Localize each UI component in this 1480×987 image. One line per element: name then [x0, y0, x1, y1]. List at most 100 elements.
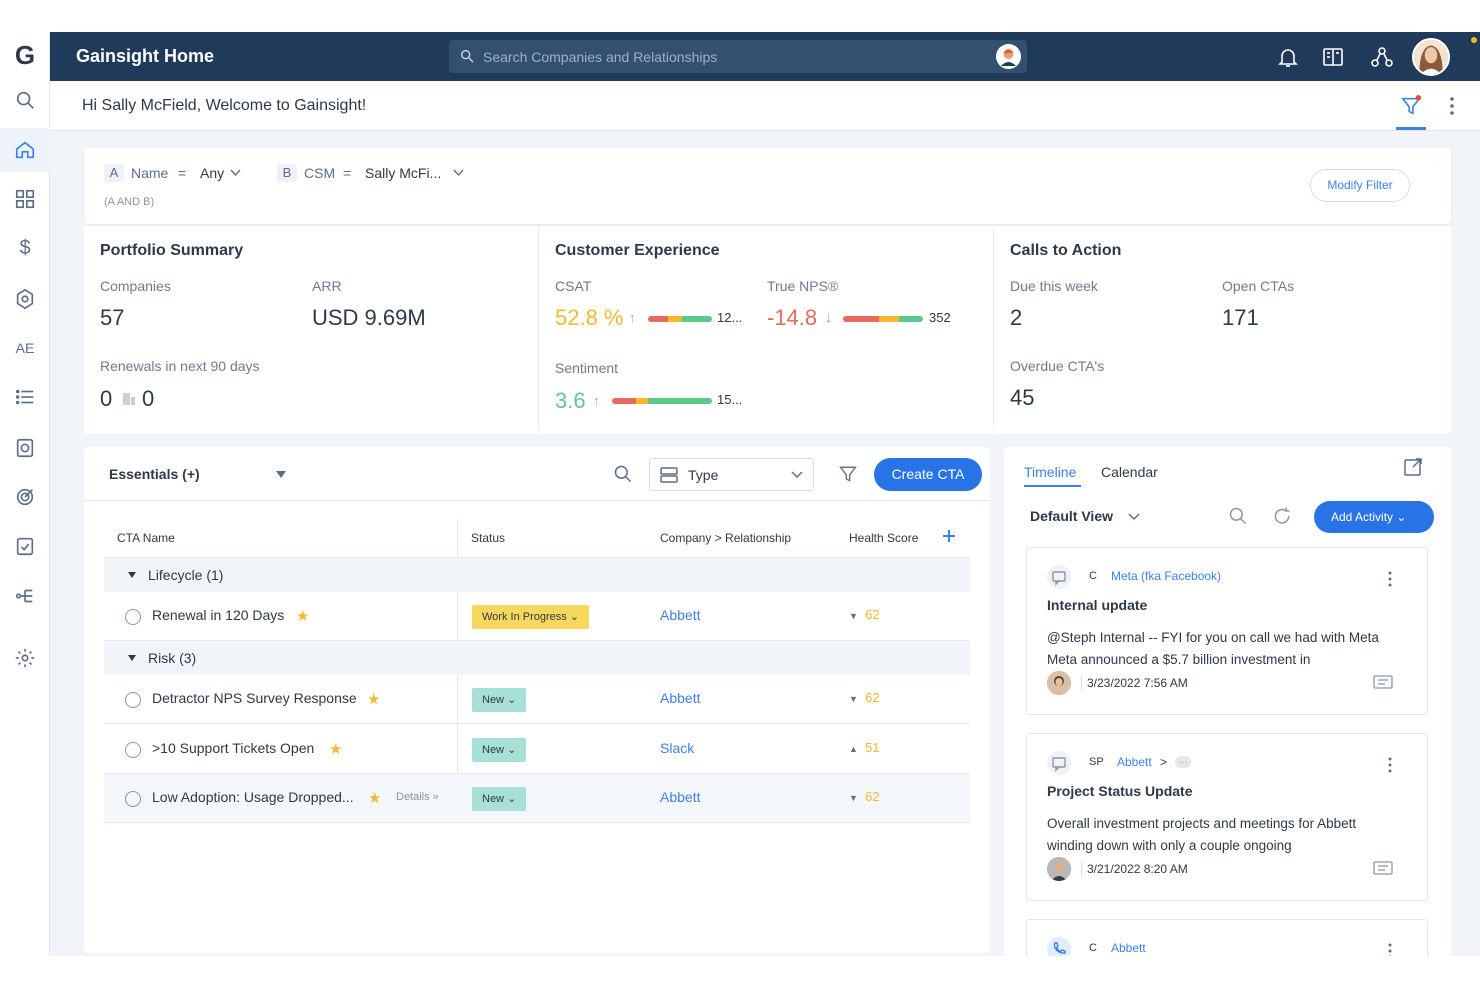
nav-gear-badge-icon[interactable]	[0, 277, 50, 321]
company-link[interactable]: Abbett	[660, 607, 700, 623]
create-cta-button[interactable]: Create CTA	[874, 458, 982, 491]
company-link[interactable]: Abbett	[1117, 755, 1152, 769]
table-row[interactable]: Renewal in 120 Days ★ Work In Progress ⌄…	[104, 592, 970, 641]
row-radio[interactable]	[125, 609, 141, 625]
global-search[interactable]	[449, 40, 1027, 73]
nav-target-icon[interactable]	[0, 475, 50, 519]
search-icon[interactable]	[1228, 506, 1248, 526]
company-link[interactable]: Abbett	[660, 690, 700, 706]
search-icon[interactable]	[613, 464, 633, 484]
nav-ae-item[interactable]: AE	[0, 326, 50, 370]
due-value[interactable]: 2	[1010, 305, 1022, 331]
group-row-lifecycle[interactable]: Lifecycle (1)	[104, 558, 970, 592]
nav-home-icon[interactable]	[0, 128, 50, 172]
caret-down-icon[interactable]	[128, 655, 136, 661]
company-link[interactable]: Meta (fka Facebook)	[1111, 569, 1221, 583]
nav-dashboard-icon[interactable]	[0, 177, 50, 221]
renewals-count[interactable]: 0	[100, 386, 112, 412]
cta-name[interactable]: >10 Support Tickets Open	[152, 740, 314, 756]
caret-down-icon[interactable]	[276, 471, 286, 478]
add-column-icon[interactable]	[942, 529, 956, 543]
more-vertical-icon[interactable]	[1387, 570, 1393, 588]
details-link[interactable]: Details »	[396, 791, 439, 803]
col-header-status[interactable]: Status	[471, 531, 505, 545]
modify-filter-button[interactable]: Modify Filter	[1310, 169, 1410, 202]
nav-search-icon[interactable]	[0, 78, 50, 122]
renewals-value[interactable]: 0	[142, 386, 154, 412]
nps-value[interactable]: -14.8	[767, 305, 817, 331]
col-header-cta-name[interactable]: CTA Name	[117, 531, 175, 545]
company-link[interactable]: Abbett	[660, 789, 700, 805]
sentiment-distribution-bar	[612, 398, 712, 404]
star-icon[interactable]: ★	[368, 789, 381, 807]
tab-calendar[interactable]: Calendar	[1101, 464, 1158, 480]
assistant-avatar[interactable]	[996, 44, 1021, 69]
chevron-down-icon[interactable]	[1128, 513, 1140, 521]
table-row[interactable]: Detractor NPS Survey Response ★ New ⌄ Ab…	[104, 675, 970, 724]
status-dropdown[interactable]: New ⌄	[472, 688, 527, 712]
table-row[interactable]: >10 Support Tickets Open ★ New ⌄ Slack ▲…	[104, 725, 970, 774]
filter-icon[interactable]	[1400, 95, 1422, 117]
nav-checklist-icon[interactable]	[0, 524, 50, 568]
network-icon[interactable]	[1370, 45, 1394, 69]
more-relationships-icon[interactable]: ···	[1175, 756, 1191, 768]
gainsight-logo[interactable]: G	[0, 40, 50, 80]
row-radio[interactable]	[125, 791, 141, 807]
view-selector[interactable]: Essentials (+)	[109, 466, 200, 482]
star-icon[interactable]: ★	[296, 607, 309, 625]
status-dropdown[interactable]: New ⌄	[472, 738, 527, 762]
comment-icon[interactable]	[1373, 675, 1393, 691]
filter-a-value[interactable]: Any	[200, 165, 224, 181]
more-vertical-icon[interactable]	[1442, 95, 1462, 117]
company-link[interactable]: Abbett	[1111, 941, 1146, 955]
external-link-icon[interactable]	[1403, 457, 1423, 477]
filter-icon[interactable]	[838, 464, 858, 484]
type-dropdown[interactable]: Type	[649, 458, 814, 491]
table-row[interactable]: Low Adoption: Usage Dropped... ★ Details…	[104, 774, 970, 823]
arr-value[interactable]: USD 9.69M	[312, 305, 426, 331]
star-icon[interactable]: ★	[367, 690, 380, 708]
caret-down-icon[interactable]	[128, 572, 136, 578]
overdue-value[interactable]: 45	[1010, 385, 1034, 411]
open-ctas-value[interactable]: 171	[1222, 305, 1259, 331]
search-input[interactable]	[483, 40, 983, 73]
row-radio[interactable]	[125, 692, 141, 708]
cta-name[interactable]: Low Adoption: Usage Dropped...	[152, 789, 354, 805]
nav-journey-icon[interactable]	[0, 574, 50, 618]
sentiment-count: 15...	[717, 392, 743, 407]
book-icon[interactable]	[1321, 45, 1345, 69]
status-dropdown[interactable]: Work In Progress ⌄	[472, 605, 590, 629]
tab-timeline[interactable]: Timeline	[1024, 464, 1076, 480]
chevron-down-icon[interactable]	[230, 169, 241, 177]
nav-dollar-icon[interactable]: $	[0, 226, 50, 270]
star-icon[interactable]: ★	[329, 740, 342, 758]
nav-list-icon[interactable]	[0, 375, 50, 419]
cta-name[interactable]: Detractor NPS Survey Response	[152, 690, 357, 706]
nav-settings-icon[interactable]	[0, 636, 50, 680]
activity-card[interactable]: C Meta (fka Facebook) Internal update @S…	[1026, 547, 1428, 715]
csat-value[interactable]: 52.8 %	[555, 305, 624, 331]
add-activity-button[interactable]: Add Activity ⌄	[1314, 501, 1434, 533]
sentiment-value[interactable]: 3.6	[555, 388, 586, 414]
refresh-icon[interactable]	[1272, 506, 1292, 526]
nav-timeline-icon[interactable]	[0, 426, 50, 470]
comment-icon[interactable]	[1373, 861, 1393, 877]
bell-icon[interactable]	[1276, 45, 1300, 69]
user-avatar[interactable]	[1412, 38, 1450, 76]
companies-value[interactable]: 57	[100, 305, 124, 331]
filter-b-value[interactable]: Sally McFi...	[365, 165, 441, 181]
col-header-health[interactable]: Health Score	[849, 531, 918, 545]
col-header-company[interactable]: Company > Relationship	[660, 531, 791, 545]
activity-card[interactable]: C Abbett	[1026, 919, 1428, 956]
group-row-risk[interactable]: Risk (3)	[104, 641, 970, 675]
status-dropdown[interactable]: New ⌄	[472, 787, 527, 811]
status-label: New	[482, 744, 505, 756]
company-link[interactable]: Slack	[660, 740, 694, 756]
more-vertical-icon[interactable]	[1387, 756, 1393, 774]
timeline-view-selector[interactable]: Default View	[1030, 508, 1113, 524]
activity-card[interactable]: SP Abbett > ··· Project Status Update Ov…	[1026, 733, 1428, 901]
cta-name[interactable]: Renewal in 120 Days	[152, 607, 284, 623]
chevron-down-icon[interactable]	[453, 169, 464, 177]
row-radio[interactable]	[125, 742, 141, 758]
more-vertical-icon[interactable]	[1387, 942, 1393, 956]
